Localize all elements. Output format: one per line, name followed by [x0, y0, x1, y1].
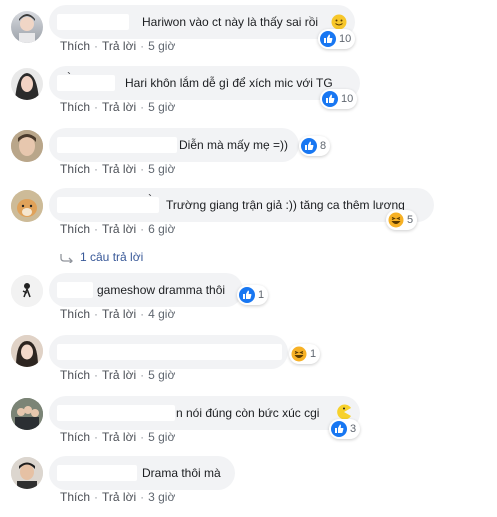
- timestamp[interactable]: 5 giờ: [148, 162, 175, 176]
- reaction-count: 10: [341, 93, 354, 105]
- timestamp[interactable]: 4 giờ: [148, 307, 175, 321]
- comment-item: Hariwon vào ct này là thấy sai rồi 10 Th…: [0, 5, 497, 65]
- reply-link[interactable]: Trả lời: [102, 222, 136, 236]
- reply-link[interactable]: Trả lời: [102, 39, 136, 53]
- like-icon: [322, 91, 338, 107]
- comment-text: n nói đúng còn bức xúc cgi: [176, 406, 320, 420]
- like-link[interactable]: Thích: [60, 368, 90, 382]
- redacted-author-name: [57, 405, 175, 421]
- haha-icon: [291, 346, 307, 362]
- comment-bubble: Diễn mà mấy mẹ =)): [49, 128, 299, 162]
- avatar[interactable]: [11, 190, 43, 222]
- comment-actions: Thích · Trả lời · 5 giờ: [60, 368, 176, 382]
- comment-item: gameshow dramma thôi 1 Thích · Trả lời · 4 g…: [0, 273, 497, 333]
- redacted-author-name: [57, 465, 137, 481]
- reaction-summary[interactable]: 1: [289, 344, 321, 364]
- comment-text: Drama thôi mà: [142, 466, 221, 480]
- avatar[interactable]: [11, 130, 43, 162]
- reaction-summary[interactable]: 8: [299, 136, 331, 156]
- comment-item: n nói đúng còn bức xúc cgi 3 Thích · Trả l…: [0, 396, 497, 456]
- comment-bubble: gameshow dramma thôi: [49, 273, 243, 307]
- comment-actions: Thích · Trả lời · 4 giờ: [60, 307, 176, 321]
- avatar[interactable]: [11, 398, 43, 430]
- reaction-summary[interactable]: 1: [237, 285, 269, 305]
- reaction-summary[interactable]: 5: [386, 210, 418, 230]
- reaction-count: 3: [350, 423, 357, 435]
- like-icon: [320, 31, 336, 47]
- like-link[interactable]: Thích: [60, 222, 90, 236]
- comment-prefix: `: [67, 70, 71, 84]
- comment-text: Hariwon vào ct này là thấy sai rồi: [142, 15, 319, 29]
- haha-icon: [388, 212, 404, 228]
- replies-count-label: 1 câu trả lời: [80, 250, 144, 264]
- like-link[interactable]: Thích: [60, 162, 90, 176]
- comment-text: Trường giang trận giả :)) tăng ca thêm l…: [166, 198, 405, 212]
- comment-bubble: Drama thôi mà: [49, 456, 235, 490]
- redacted-author-name: [57, 137, 177, 153]
- comment-actions: Thích · Trả lời · 5 giờ: [60, 430, 176, 444]
- comment-text: Diễn mà mấy mẹ =)): [179, 138, 289, 152]
- reaction-summary[interactable]: 10: [318, 29, 356, 49]
- comment-bubble: n nói đúng còn bức xúc cgi: [49, 396, 360, 430]
- comment-item: Diễn mà mấy mẹ =)) 8 Thích · Trả lời · 5 giờ: [0, 128, 497, 188]
- like-link[interactable]: Thích: [60, 39, 90, 53]
- comment-actions: Thích · Trả lời · 5 giờ: [60, 100, 176, 114]
- like-icon: [331, 421, 347, 437]
- reaction-summary[interactable]: 10: [320, 89, 358, 109]
- comment-item: 1 Thích · Trả lời · 5 giờ: [0, 335, 497, 395]
- comment-bubble: ` Trường giang trận giả :)) tăng ca thêm…: [49, 188, 434, 222]
- comment-actions: Thích · Trả lời · 5 giờ: [60, 162, 176, 176]
- like-link[interactable]: Thích: [60, 430, 90, 444]
- redacted-author-name: [57, 14, 129, 30]
- like-link[interactable]: Thích: [60, 100, 90, 114]
- timestamp[interactable]: 5 giờ: [148, 100, 175, 114]
- comment-actions: Thích · Trả lời · 6 giờ: [60, 222, 176, 236]
- comment-item: ` Trường giang trận giả :)) tăng ca thêm…: [0, 188, 497, 248]
- comment-actions: Thích · Trả lời · 3 giờ: [60, 490, 176, 504]
- reaction-count: 1: [310, 348, 317, 360]
- like-icon: [239, 287, 255, 303]
- like-link[interactable]: Thích: [60, 307, 90, 321]
- like-icon: [301, 138, 317, 154]
- reaction-count: 10: [339, 33, 352, 45]
- like-link[interactable]: Thích: [60, 490, 90, 504]
- comment-text: Hari khôn lắm dễ gì để xích mic với TG: [125, 76, 333, 90]
- comment-item: ` Hari khôn lắm dễ gì để xích mic với TG…: [0, 66, 497, 126]
- reply-link[interactable]: Trả lời: [102, 162, 136, 176]
- redacted-author-name: [57, 197, 159, 213]
- comment-text: gameshow dramma thôi: [97, 283, 226, 297]
- reply-link[interactable]: Trả lời: [102, 430, 136, 444]
- comment-prefix: `: [148, 192, 152, 206]
- reply-arrow-icon: [60, 253, 73, 265]
- timestamp[interactable]: 3 giờ: [148, 490, 175, 504]
- timestamp[interactable]: 5 giờ: [148, 368, 175, 382]
- comment-actions: Thích · Trả lời · 5 giờ: [60, 39, 176, 53]
- view-replies-link[interactable]: 1 câu trả lời: [60, 250, 144, 265]
- comment-bubble: Hariwon vào ct này là thấy sai rồi: [49, 5, 355, 39]
- avatar[interactable]: [11, 11, 43, 43]
- avatar[interactable]: [11, 335, 43, 367]
- reply-link[interactable]: Trả lời: [102, 368, 136, 382]
- timestamp[interactable]: 5 giờ: [148, 39, 175, 53]
- redacted-author-name: [57, 344, 282, 360]
- redacted-author-name: [57, 75, 115, 91]
- avatar[interactable]: [11, 457, 43, 489]
- comment-bubble: ` Hari khôn lắm dễ gì để xích mic với TG: [49, 66, 360, 100]
- reply-link[interactable]: Trả lời: [102, 100, 136, 114]
- avatar[interactable]: [11, 68, 43, 100]
- timestamp[interactable]: 5 giờ: [148, 430, 175, 444]
- comment-item: Drama thôi mà Thích · Trả lời · 3 giờ: [0, 456, 497, 516]
- reaction-count: 5: [407, 214, 414, 226]
- reaction-count: 8: [320, 140, 327, 152]
- redacted-author-name: [57, 282, 93, 298]
- avatar[interactable]: [11, 275, 43, 307]
- reply-link[interactable]: Trả lời: [102, 307, 136, 321]
- reaction-summary[interactable]: 3: [329, 419, 361, 439]
- timestamp[interactable]: 6 giờ: [148, 222, 175, 236]
- reaction-count: 1: [258, 289, 265, 301]
- comment-bubble: [49, 335, 288, 369]
- reply-link[interactable]: Trả lời: [102, 490, 136, 504]
